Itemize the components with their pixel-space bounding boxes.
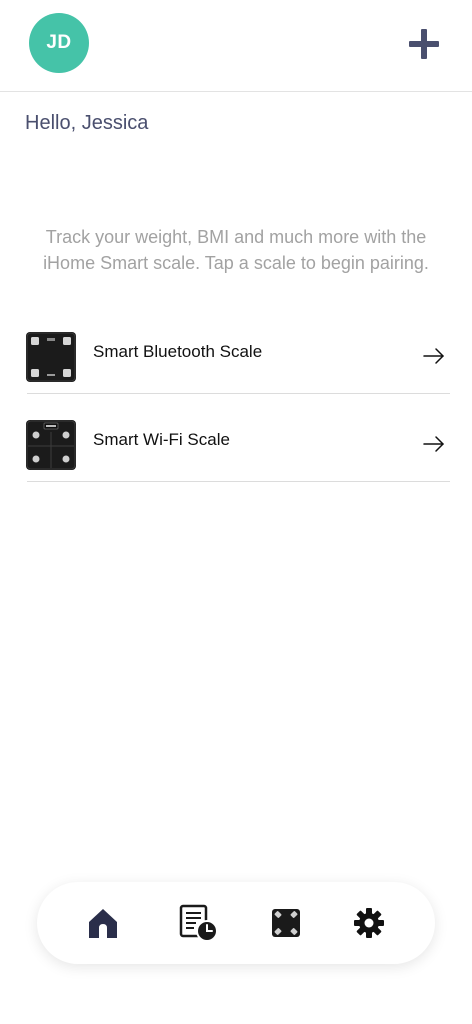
- scale-icon: [272, 909, 300, 937]
- bottom-nav: [37, 882, 435, 964]
- nav-history[interactable]: [176, 900, 222, 946]
- scale-item-wifi[interactable]: Smart Wi-Fi Scale: [24, 420, 450, 482]
- nav-scale[interactable]: [263, 900, 309, 946]
- scale-label: Smart Bluetooth Scale: [93, 342, 263, 361]
- avatar-initials: JD: [46, 32, 72, 53]
- history-icon: [179, 904, 218, 942]
- nav-settings[interactable]: [346, 900, 392, 946]
- app-header: JD: [0, 0, 472, 92]
- arrow-right-icon: [422, 344, 446, 368]
- greeting-text: Hello, Jessica: [25, 112, 149, 134]
- plus-icon: [409, 29, 439, 59]
- arrow-right-icon: [422, 432, 446, 456]
- home-icon: [89, 909, 117, 938]
- avatar[interactable]: JD: [29, 13, 89, 73]
- nav-home[interactable]: [80, 900, 126, 946]
- gear-icon: [354, 908, 384, 938]
- scale-item-bluetooth[interactable]: Smart Bluetooth Scale: [24, 332, 450, 394]
- add-scale-button[interactable]: [404, 24, 444, 64]
- pairing-description: Track your weight, BMI and much more wit…: [43, 227, 429, 273]
- wifi-scale-thumbnail: [26, 420, 76, 470]
- list-divider: [27, 481, 450, 482]
- list-divider: [27, 393, 450, 394]
- scale-label: Smart Wi-Fi Scale: [93, 430, 230, 449]
- bluetooth-scale-thumbnail: [26, 332, 76, 382]
